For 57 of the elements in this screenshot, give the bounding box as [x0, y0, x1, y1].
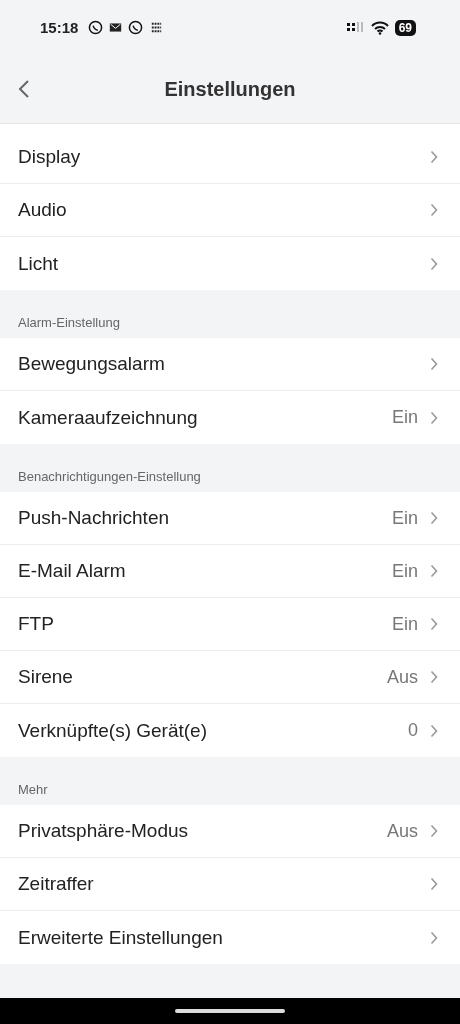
- settings-item[interactable]: Display: [0, 131, 460, 184]
- item-label: Push-Nachrichten: [18, 507, 171, 529]
- settings-item[interactable]: Kameraaufzeichnung Ein: [0, 391, 460, 444]
- section-header: Mehr: [17, 781, 49, 799]
- chat-icon: [128, 20, 144, 35]
- item-value: Aus: [386, 820, 418, 842]
- chevron-icon: [430, 877, 438, 891]
- item-value: Aus: [386, 666, 418, 688]
- signal-icon: [346, 21, 365, 34]
- chevron-icon: [430, 930, 438, 945]
- mail-icon: [109, 21, 123, 34]
- chevron-icon: [430, 824, 438, 838]
- item-label: Bewegungsalarm: [18, 353, 166, 375]
- status-time: 15:18: [40, 19, 79, 36]
- battery-indicator: 69: [394, 19, 416, 36]
- section-header: Alarm-Einstellung: [17, 314, 121, 332]
- wifi-icon: [370, 20, 389, 35]
- chevron-icon: [430, 670, 438, 684]
- item-label: Licht: [18, 252, 60, 275]
- settings-item[interactable]: E-Mail Alarm Ein: [0, 545, 460, 598]
- chevron-icon: [430, 511, 438, 525]
- settings-item[interactable]: Licht: [0, 237, 460, 290]
- page-title: Einstellungen: [164, 77, 296, 101]
- chevron-icon: [430, 564, 438, 578]
- item-label: Privatsphäre-Modus: [18, 820, 190, 842]
- settings-item[interactable]: Push-Nachrichten Ein: [0, 492, 460, 545]
- settings-item[interactable]: Audio: [0, 184, 460, 237]
- item-label: E-Mail Alarm: [18, 560, 127, 582]
- chevron-icon: [430, 723, 438, 738]
- chevron-icon: [430, 357, 438, 371]
- item-value: Ein: [392, 613, 418, 635]
- settings-item[interactable]: Bewegungsalarm: [0, 338, 460, 391]
- item-label: Zeitraffer: [18, 873, 95, 895]
- item-value: Ein: [392, 407, 418, 428]
- section-header: Benachrichtigungen-Einstellung: [17, 468, 202, 486]
- item-value: Ein: [392, 507, 418, 529]
- item-label: Erweiterte Einstellungen: [18, 926, 224, 949]
- settings-item[interactable]: FTP Ein: [0, 598, 460, 651]
- item-label: Verknüpfte(s) Gerät(e): [18, 719, 209, 742]
- item-label: FTP: [18, 613, 55, 635]
- chevron-icon: [430, 410, 438, 425]
- item-label: Audio: [18, 199, 68, 221]
- chevron-icon: [430, 150, 438, 164]
- item-label: Sirene: [18, 666, 74, 688]
- item-label: Display: [18, 146, 82, 168]
- settings-item[interactable]: Verknüpfte(s) Gerät(e) 0: [0, 704, 460, 757]
- chevron-icon: [430, 203, 438, 217]
- chevron-icon: [430, 617, 438, 631]
- settings-item[interactable]: Sirene Aus: [0, 651, 460, 704]
- item-label: Kameraaufzeichnung: [18, 406, 199, 429]
- item-value: 0: [408, 720, 418, 741]
- item-value: Ein: [392, 560, 418, 582]
- settings-item[interactable]: Privatsphäre-Modus Aus: [0, 805, 460, 858]
- chat-icon: [88, 20, 104, 35]
- settings-item[interactable]: Zeitraffer: [0, 858, 460, 911]
- chevron-icon: [430, 256, 438, 271]
- settings-item[interactable]: Erweiterte Einstellungen: [0, 911, 460, 964]
